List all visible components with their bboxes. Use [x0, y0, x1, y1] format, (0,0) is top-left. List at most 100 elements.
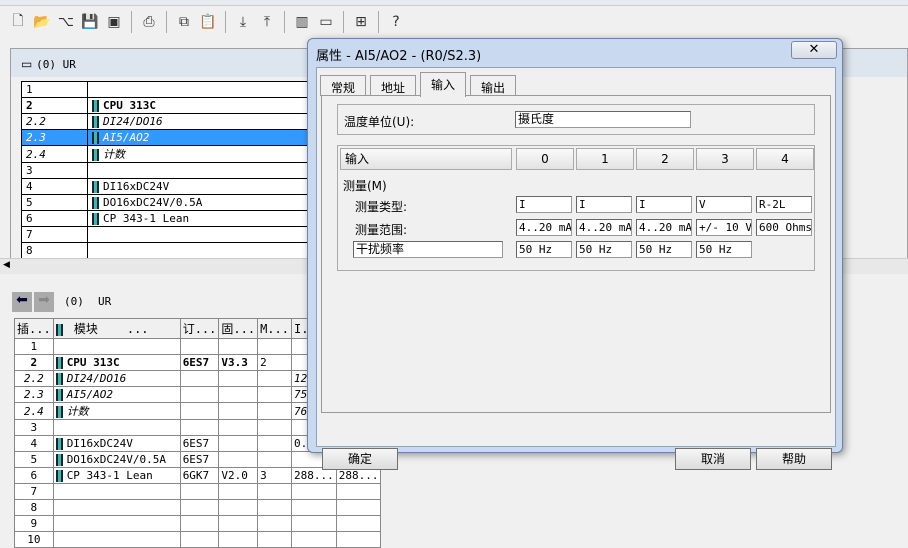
col-module[interactable]: 模块 ...: [52, 318, 181, 339]
col-firmware[interactable]: 固...: [218, 318, 259, 339]
rack-row[interactable]: 2 CPU 313C: [21, 97, 312, 114]
cell: V3.3: [218, 354, 259, 371]
cell: 2.3: [14, 386, 54, 403]
measurement-type-field[interactable]: I: [516, 196, 572, 213]
module-cell: CP 343-1 Lean: [87, 210, 312, 227]
catalog-icon[interactable]: ▥: [292, 12, 312, 32]
interference-frequency-field[interactable]: 50 Hz: [516, 241, 572, 258]
interference-frequency-field[interactable]: 50 Hz: [576, 241, 632, 258]
measurement-range-field[interactable]: 4..20 mA: [516, 219, 572, 236]
measurement-range-field[interactable]: 600 Ohms: [756, 219, 812, 236]
module-name: DO16xDC24V/0.5A: [103, 196, 203, 209]
channel-header: 0: [516, 148, 574, 170]
download-icon[interactable]: ⤓: [233, 12, 253, 32]
help-icon[interactable]: ?: [386, 12, 406, 32]
cell: 7: [14, 483, 54, 500]
channel-group: 输入 测量(M) 测量类型: 测量范围: 干扰频率 0 I 4..20 mA 50 H…: [337, 145, 815, 271]
save-compile-icon[interactable]: ▣: [104, 12, 124, 32]
cell: CPU 313C: [52, 354, 181, 371]
ok-button[interactable]: 确定: [322, 448, 398, 470]
table-row[interactable]: 10: [14, 531, 382, 548]
cell: [179, 531, 220, 548]
upload-icon[interactable]: ⤒: [257, 12, 277, 32]
forward-arrow-icon[interactable]: ➡: [34, 292, 54, 312]
cell: [179, 386, 220, 403]
cell: [257, 402, 292, 420]
cell: [257, 386, 292, 403]
measurement-range-field[interactable]: 4..20 mA: [636, 219, 692, 236]
table-row[interactable]: 9: [14, 515, 382, 532]
module-cell: AI5/AO2: [87, 129, 312, 146]
rack-row[interactable]: 5 DO16xDC24V/0.5A: [21, 194, 312, 211]
rack-row[interactable]: 7: [21, 226, 312, 243]
cell: 2: [14, 354, 54, 371]
window-icon[interactable]: ▭: [316, 12, 336, 32]
interference-frequency-field[interactable]: 50 Hz: [636, 241, 692, 258]
table-row[interactable]: 7: [14, 483, 382, 500]
rack-row[interactable]: 3: [21, 162, 312, 179]
module-icon: [55, 323, 63, 336]
paste-icon[interactable]: 📋: [198, 12, 218, 32]
cancel-button[interactable]: 取消: [675, 448, 751, 470]
rack-row[interactable]: 6 CP 343-1 Lean: [21, 210, 312, 227]
cell: [179, 499, 220, 516]
slot-cell: 5: [21, 194, 88, 211]
save-icon[interactable]: 💾: [80, 12, 100, 32]
inputs-panel: 温度单位(U): 摄氏度 输入 测量(M) 测量类型: 测量范围: 干扰频率 0…: [321, 95, 831, 413]
open-icon[interactable]: 📂: [32, 12, 52, 32]
col-slot[interactable]: 插...: [14, 318, 54, 339]
col-mpi[interactable]: M...: [257, 318, 292, 339]
measurement-label: 测量(M): [343, 179, 387, 193]
cell: [218, 370, 259, 387]
network-icon[interactable]: ⌥: [56, 12, 76, 32]
cell: [257, 435, 292, 452]
cell: [290, 531, 337, 548]
tab-outputs[interactable]: 输出: [470, 75, 517, 96]
module-cell: 计数: [87, 145, 312, 163]
rack-row[interactable]: 8: [21, 242, 312, 259]
col-order[interactable]: 订...: [179, 318, 220, 339]
help-button[interactable]: 帮助: [756, 448, 832, 470]
copy-icon[interactable]: ⧉: [174, 12, 194, 32]
cell: [218, 435, 259, 452]
measurement-type-field[interactable]: I: [576, 196, 632, 213]
module-cell: DI24/DO16: [87, 113, 312, 130]
table-row[interactable]: 8: [14, 499, 382, 516]
rack-row[interactable]: 2.4 计数: [21, 145, 312, 163]
temperature-unit-label: 温度单位(U):: [344, 115, 415, 129]
module-icon: [55, 357, 63, 369]
measurement-type-field[interactable]: R-2L: [756, 196, 812, 213]
new-icon[interactable]: 🗋: [8, 12, 28, 32]
cell: [218, 402, 259, 420]
tab-inputs[interactable]: 输入: [420, 72, 467, 97]
cell: 4: [14, 435, 54, 452]
toolbar-separator: [343, 11, 344, 33]
tab-general[interactable]: 常规: [320, 75, 367, 96]
cell: [179, 515, 220, 532]
module-icon: [55, 470, 63, 482]
rack-row[interactable]: 4 DI16xDC24V: [21, 178, 312, 195]
rack-row[interactable]: 2.3 AI5/AO2: [21, 129, 312, 146]
network-config-icon[interactable]: ⊞: [351, 12, 371, 32]
rack-row[interactable]: 2.2 DI24/DO16: [21, 113, 312, 130]
dialog-title: 属性 - AI5/AO2 - (R0/S2.3): [316, 49, 482, 64]
back-arrow-icon[interactable]: ⬅: [12, 292, 32, 312]
cell: 2: [257, 354, 292, 371]
measurement-range-field[interactable]: 4..20 mA: [576, 219, 632, 236]
module-name: AI5/AO2: [103, 131, 150, 144]
print-icon[interactable]: ⎙: [139, 12, 159, 32]
cell: [179, 338, 220, 355]
cell: CP 343-1 Lean: [52, 467, 181, 484]
cell: [257, 499, 292, 516]
nav-buttons: ⬅ ➡: [12, 292, 54, 312]
measurement-type-field[interactable]: V: [696, 196, 752, 213]
rack-row[interactable]: 1: [21, 81, 312, 98]
measurement-range-field[interactable]: +/- 10 V: [696, 219, 752, 236]
interference-frequency-field[interactable]: 50 Hz: [696, 241, 752, 258]
measurement-type-field[interactable]: I: [636, 196, 692, 213]
temperature-unit-select[interactable]: 摄氏度: [515, 111, 691, 128]
tab-address[interactable]: 地址: [370, 75, 417, 96]
channel-header: 2: [636, 148, 694, 170]
close-button[interactable]: ✕: [791, 41, 837, 59]
cell: 8: [14, 499, 54, 516]
